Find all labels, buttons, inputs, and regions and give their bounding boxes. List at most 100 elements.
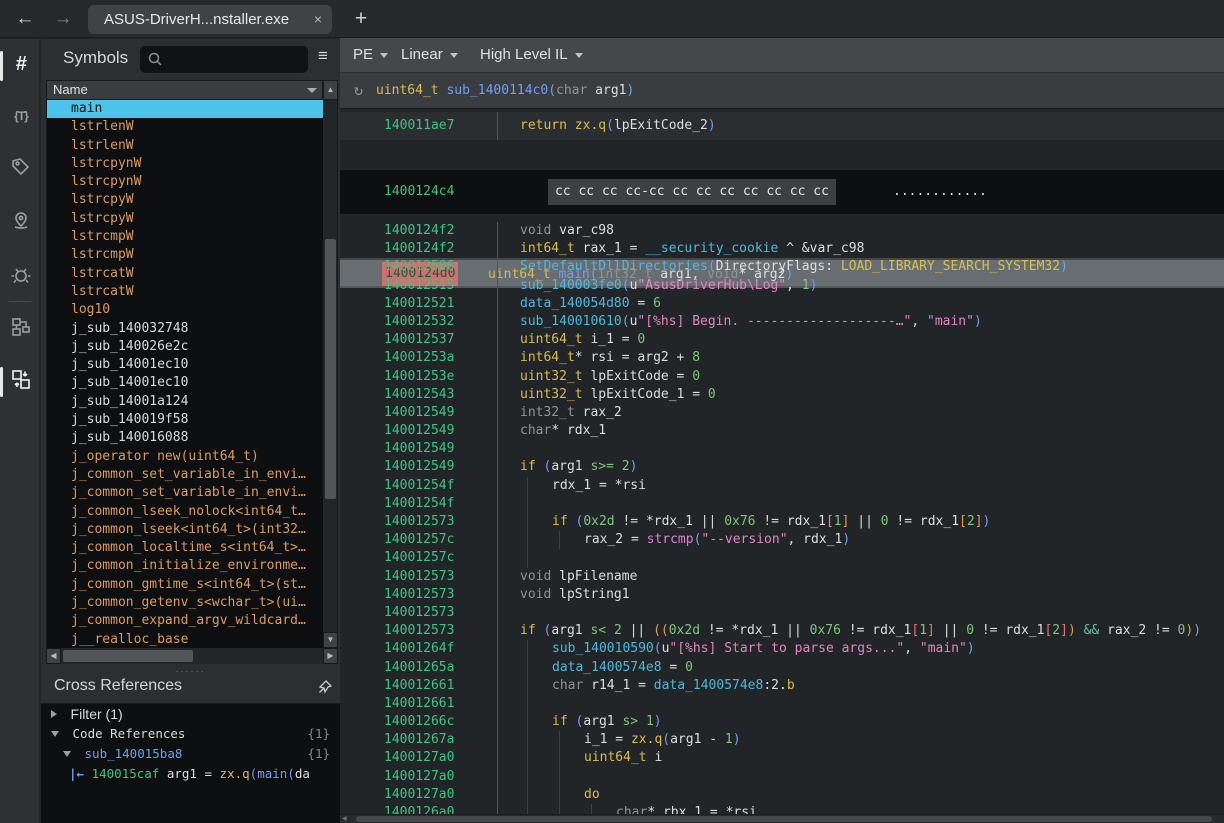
sticky-function-signature[interactable]: ↻ uint64_t sub_1400114c0(char arg1) bbox=[340, 72, 1224, 109]
code-line[interactable]: 140012661char r14_1 = data_1400574e8:2.b bbox=[340, 677, 1224, 695]
symbol-row[interactable]: j_sub_14001ec10 bbox=[47, 356, 323, 374]
symbol-row[interactable]: j_sub_140032748 bbox=[47, 320, 323, 338]
tags-icon[interactable] bbox=[8, 155, 34, 181]
memory-map-icon[interactable] bbox=[8, 209, 34, 235]
code-line[interactable]: 140012661 bbox=[340, 695, 1224, 713]
code-line[interactable]: 140012537uint64_t i_1 = 0 bbox=[340, 331, 1224, 349]
scroll-down-button[interactable]: ▼ bbox=[323, 632, 338, 648]
symbol-row[interactable]: j_sub_140026e2c bbox=[47, 338, 323, 356]
code-line[interactable]: 14001254f bbox=[340, 495, 1224, 513]
symbols-hash-icon[interactable]: # bbox=[8, 51, 34, 77]
symbol-row[interactable]: lstrcmpW bbox=[47, 246, 323, 264]
forward-arrow-icon[interactable]: → bbox=[50, 6, 76, 32]
hamburger-icon[interactable]: ≡ bbox=[318, 46, 328, 66]
symbols-vscrollbar-thumb[interactable] bbox=[325, 239, 336, 499]
symbol-row[interactable]: j_common_lseek<int64_t>(int32… bbox=[47, 521, 323, 539]
code-line[interactable]: 14001267ai_1 = zx.q(arg1 - 1) bbox=[340, 731, 1224, 749]
code-line[interactable]: 140012532sub_140010610(u"[%hs] Begin. --… bbox=[340, 313, 1224, 331]
code-line[interactable]: 140012549 bbox=[340, 440, 1224, 458]
code-line[interactable]: 1400127a0 bbox=[340, 768, 1224, 786]
symbol-row[interactable]: j_common_getenv_s<wchar_t>(ui… bbox=[47, 594, 323, 612]
pin-icon[interactable] bbox=[317, 679, 333, 700]
code-line[interactable]: 14001265adata_1400574e8 = 0 bbox=[340, 659, 1224, 677]
code-line[interactable]: 14001264fsub_140010590(u"[%hs] Start to … bbox=[340, 640, 1224, 658]
view-layout-dropdown[interactable]: Linear bbox=[401, 38, 464, 72]
xrefs-filter-row[interactable]: Filter (1) bbox=[41, 704, 340, 724]
code-references-row[interactable]: Code References {1} bbox=[41, 724, 340, 744]
symbol-row[interactable]: lstrlenW bbox=[47, 137, 323, 155]
code-line[interactable]: 1400127a0uint64_t i bbox=[340, 749, 1224, 767]
symbols-hscrollbar-thumb[interactable] bbox=[63, 650, 193, 662]
scroll-left-button[interactable]: ◀ bbox=[342, 816, 347, 823]
symbol-row[interactable]: lstrlenW bbox=[47, 118, 323, 136]
symbol-row[interactable]: j__realloc_base bbox=[47, 631, 323, 648]
symbol-row[interactable]: j_sub_14001ec10 bbox=[47, 374, 323, 392]
xref-function-row[interactable]: sub_140015ba8 {1} bbox=[41, 744, 340, 764]
symbol-row[interactable]: lstrcpynW bbox=[47, 155, 323, 173]
code-line[interactable]: 140012549if (arg1 s>= 2) bbox=[340, 458, 1224, 476]
symbol-row[interactable]: j_operator new(uint64_t) bbox=[47, 448, 323, 466]
binary-format-dropdown[interactable]: PE bbox=[353, 38, 394, 72]
code-line[interactable]: 140012573if (0x2d != *rdx_1 || 0x76 != r… bbox=[340, 513, 1224, 531]
code-line[interactable]: 14001257crax_2 = strcmp("--version", rdx… bbox=[340, 531, 1224, 549]
types-icon[interactable]: {T} bbox=[8, 103, 34, 129]
new-tab-button[interactable]: + bbox=[348, 4, 374, 34]
code-line[interactable]: 14001253euint32_t lpExitCode = 0 bbox=[340, 368, 1224, 386]
code-line[interactable]: 14001253aint64_t* rsi = arg2 + 8 bbox=[340, 349, 1224, 367]
code-line[interactable]: 14001266cif (arg1 s> 1) bbox=[340, 713, 1224, 731]
tab-close-icon[interactable]: × bbox=[314, 5, 322, 34]
code-line[interactable]: 140011ae7 return zx.q(lpExitCode_2) bbox=[340, 112, 1224, 140]
symbol-row[interactable]: lstrcpyW bbox=[47, 210, 323, 228]
code-line[interactable]: 140012506SetDefaultDllDirectories(Direct… bbox=[340, 258, 1224, 276]
mini-graph-icon[interactable] bbox=[8, 315, 34, 341]
symbol-row[interactable]: lstrcmpW bbox=[47, 228, 323, 246]
panel-splitter[interactable]: ······ bbox=[41, 667, 340, 677]
code-line[interactable]: 1400124f2int64_t rax_1 = __security_cook… bbox=[340, 240, 1224, 258]
symbol-row[interactable]: j_sub_140019f58 bbox=[47, 411, 323, 429]
code-line[interactable]: 140012573 bbox=[340, 604, 1224, 622]
code-line[interactable]: 140012549int32_t rax_2 bbox=[340, 404, 1224, 422]
code-line[interactable]: 140012573if (arg1 s< 2 || ((0x2d != *rdx… bbox=[340, 622, 1224, 640]
symbol-row[interactable]: j_common_set_variable_in_envi… bbox=[47, 466, 323, 484]
symbol-row[interactable]: j_sub_14001a124 bbox=[47, 393, 323, 411]
code-line[interactable]: 14001257c bbox=[340, 549, 1224, 567]
name-column-header[interactable]: Name bbox=[46, 80, 323, 100]
padding-ascii: ............ bbox=[893, 170, 987, 214]
scroll-left-button[interactable]: ◀ bbox=[46, 648, 61, 664]
code-line[interactable]: 1400124f2void var_c98 bbox=[340, 222, 1224, 240]
code-line[interactable]: 140012573void lpString1 bbox=[340, 586, 1224, 604]
scroll-right-button[interactable]: ▶ bbox=[323, 648, 338, 664]
symbol-row[interactable]: j_common_initialize_environme… bbox=[47, 557, 323, 575]
symbol-row[interactable]: lstrcatW bbox=[47, 283, 323, 301]
xref-entry-row[interactable]: |← 140015caf arg1 = zx.q(main(da bbox=[41, 764, 340, 784]
code-line[interactable]: 140012515sub_140003fe0(u"AsusDriverHub\L… bbox=[340, 277, 1224, 295]
symbol-row[interactable]: j_common_expand_argv_wildcard… bbox=[47, 612, 323, 630]
symbol-row[interactable]: j_common_gmtime_s<int64_t>(st… bbox=[47, 576, 323, 594]
symbol-row[interactable]: log10 bbox=[47, 301, 323, 319]
symbol-row[interactable]: j_sub_140016088 bbox=[47, 429, 323, 447]
symbol-row[interactable]: j_common_lseek_nolock<int64_t… bbox=[47, 503, 323, 521]
symbol-row[interactable]: main bbox=[47, 100, 323, 118]
back-arrow-icon[interactable]: ← bbox=[12, 6, 38, 32]
code-line[interactable]: 140012543uint32_t lpExitCode_1 = 0 bbox=[340, 386, 1224, 404]
symbol-row[interactable]: lstrcpyW bbox=[47, 191, 323, 209]
code-hscrollbar-thumb[interactable] bbox=[356, 816, 1212, 822]
code-line[interactable]: 1400127a0do bbox=[340, 786, 1224, 804]
code-line[interactable]: 140012573void lpFilename bbox=[340, 568, 1224, 586]
code-line[interactable]: 140012549char* rdx_1 bbox=[340, 422, 1224, 440]
padding-bytes-line[interactable]: 1400124c4 cc cc cc cc-cc cc cc cc cc cc … bbox=[340, 170, 1224, 214]
symbol-row[interactable]: j_common_set_variable_in_envi… bbox=[47, 484, 323, 502]
symbols-search-input[interactable] bbox=[140, 46, 308, 73]
cross-references-icon[interactable] bbox=[8, 367, 34, 393]
file-tab[interactable]: ASUS-DriverH...nstaller.exe × bbox=[88, 5, 332, 34]
code-line[interactable]: 14001254frdx_1 = *rsi bbox=[340, 477, 1224, 495]
code-hscrollbar[interactable]: ◀ bbox=[340, 814, 1224, 823]
code-line[interactable]: 140012521data_140054d80 = 6 bbox=[340, 295, 1224, 313]
symbol-row[interactable]: lstrcatW bbox=[47, 265, 323, 283]
symbol-row[interactable]: lstrcpynW bbox=[47, 173, 323, 191]
scroll-up-button[interactable]: ▲ bbox=[323, 80, 338, 100]
il-level-dropdown[interactable]: High Level IL bbox=[480, 38, 589, 72]
debugger-icon[interactable] bbox=[8, 263, 34, 289]
symbol-row[interactable]: j_common_localtime_s<int64_t>… bbox=[47, 539, 323, 557]
column-dropdown-icon[interactable] bbox=[307, 88, 317, 93]
